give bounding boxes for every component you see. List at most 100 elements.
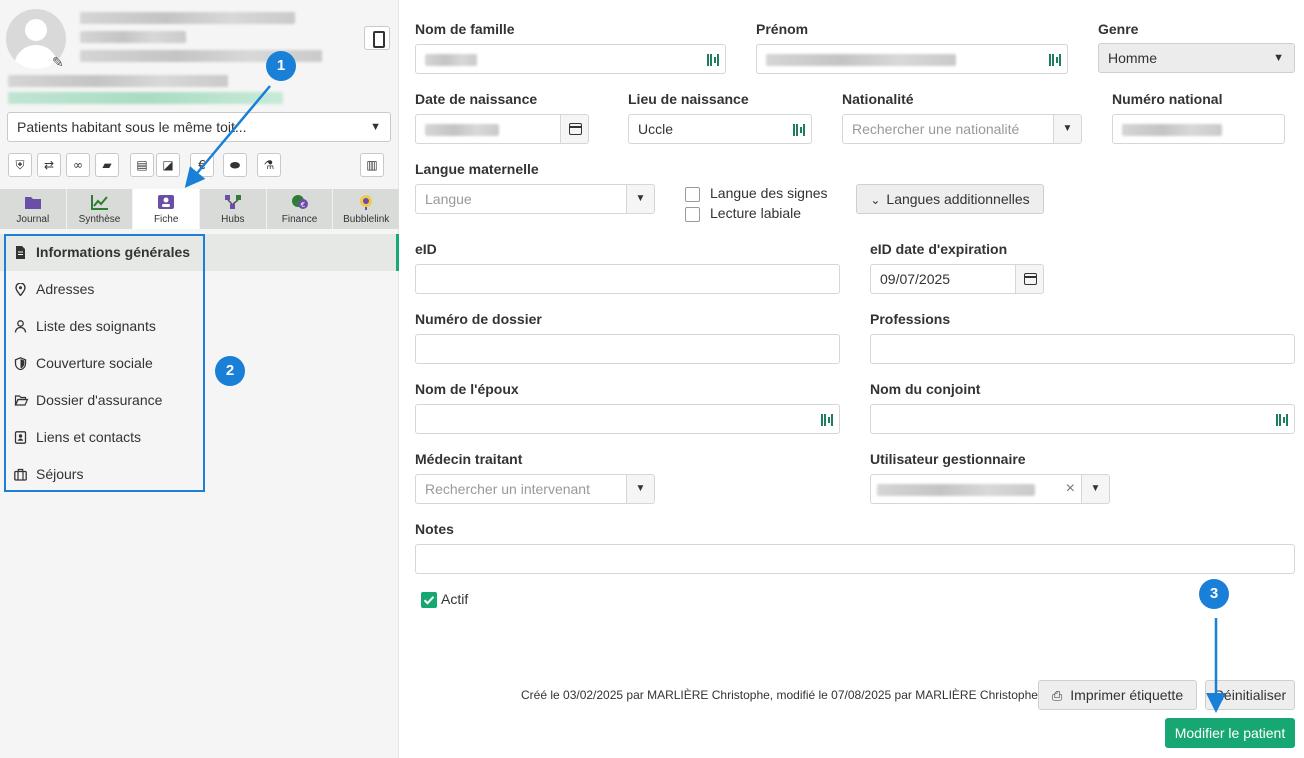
submit-button[interactable]: Modifier le patient [1165,718,1295,748]
eid-expiration-input[interactable]: 09/07/2025 [870,264,1044,294]
medecin-label: Médecin traitant [415,451,523,467]
redacted-patient-detail [8,75,228,87]
map-pin-icon [15,283,26,296]
eid-expiration-label: eID date d'expiration [870,241,1008,257]
id-card-icon [158,195,175,209]
langue-des-signes-checkbox[interactable] [685,187,700,202]
menu-item-sejours[interactable]: Séjours [0,456,399,493]
redacted-value [425,54,477,66]
barcode-icon [821,414,833,426]
chevron-down-icon[interactable]: ▼ [1053,115,1081,143]
lieu-input[interactable]: Uccle [628,114,812,144]
genre-select[interactable]: Homme ▼ [1098,43,1295,73]
dob-input[interactable] [415,114,589,144]
chevron-down-icon[interactable]: ▼ [626,475,654,503]
lecture-labiale-label: Lecture labiale [710,205,802,221]
dossier-input[interactable] [415,334,840,364]
menu-item-adresses[interactable]: Adresses [0,271,399,308]
household-patients-select[interactable]: Patients habitant sous le même toit... ▼ [7,112,391,142]
patient-form: Nom de famille Prénom Genre Homme ▼ Date… [399,0,1304,758]
medecin-select[interactable]: Rechercher un intervenant ▼ [415,474,655,504]
professions-label: Professions [870,311,951,327]
chevron-down-icon[interactable]: ▼ [1081,475,1109,503]
print-label-button[interactable]: ⎙ Imprimer étiquette [1038,680,1197,710]
briefcase-icon [14,468,27,481]
prenom-input[interactable] [756,44,1068,74]
mobile-phone-icon[interactable] [364,26,390,50]
dossier-label: Numéro de dossier [415,311,542,327]
check-icon [423,596,435,605]
barcode-icon [1276,414,1288,426]
pdf-icon[interactable]: ▥ [360,153,384,177]
folder-open-icon [14,395,29,406]
reset-button[interactable]: Réinitialiser [1205,680,1295,710]
flask-icon[interactable]: ⚗ [257,153,281,177]
epoux-input[interactable] [415,404,840,434]
redacted-value [1122,124,1222,136]
menu-item-couverture-sociale[interactable]: Couverture sociale [0,345,399,382]
genre-label: Genre [1098,21,1139,37]
nom-input[interactable] [415,44,726,74]
pencil-icon[interactable]: ✎ [52,54,64,71]
calendar-icon[interactable] [1015,265,1043,293]
annotation-badge-2: 2 [215,356,245,386]
calendar-icon[interactable] [560,115,588,143]
clipboard-icon[interactable]: ▤ [130,153,154,177]
shield-icon [14,357,27,370]
note-icon[interactable]: ◪ [156,153,180,177]
redacted-patient-name [80,12,295,24]
clear-icon[interactable]: × [1066,475,1075,503]
eid-label: eID [415,241,437,257]
numero-national-label: Numéro national [1112,91,1223,107]
redacted-value [766,54,956,66]
folder-icon [24,197,41,209]
lecture-labiale-checkbox[interactable] [685,207,700,222]
menu-item-informations-generales[interactable]: Informations générales [0,234,399,271]
patient-tabs: Journal Synthèse Fiche Hubs € Finance Bu… [0,189,399,229]
tab-bubblelink[interactable]: Bubblelink [333,189,399,229]
professions-input[interactable] [870,334,1295,364]
link-icon[interactable]: ∞ [66,153,90,177]
actif-checkbox[interactable] [421,592,437,608]
folder-icon[interactable]: ▰ [95,153,119,177]
notes-input[interactable] [415,544,1295,574]
tab-fiche[interactable]: Fiche [133,189,201,229]
gestionnaire-select[interactable]: × ▼ [870,474,1110,504]
finance-icon: € [291,195,308,209]
contact-icon [14,431,27,444]
redacted-value [877,484,1035,496]
barcode-icon [793,124,805,136]
dob-label: Date de naissance [415,91,538,107]
tab-hubs[interactable]: Hubs [200,189,267,229]
chevron-down-icon: ⌄ [870,193,881,207]
tab-synthese[interactable]: Synthèse [67,189,134,229]
actif-label: Actif [441,591,469,607]
fiche-menu: Informations générales Adresses Liste de… [0,234,399,493]
bubblelink-icon [360,195,373,210]
nationalite-select[interactable]: Rechercher une nationalité ▼ [842,114,1082,144]
handshake-icon[interactable]: ⇄ [37,153,61,177]
tab-journal[interactable]: Journal [0,189,67,229]
redacted-value [425,124,499,136]
redacted-patient-contact [8,92,283,104]
menu-item-dossier-assurance[interactable]: Dossier d'assurance [0,382,399,419]
menu-item-liens-et-contacts[interactable]: Liens et contacts [0,419,399,456]
eid-input[interactable] [415,264,840,294]
conjoint-input[interactable] [870,404,1295,434]
patient-sidebar: ✎ Patients habitant sous le même toit...… [0,0,399,758]
langue-select[interactable]: Langue ▼ [415,184,655,214]
app-window: ✎ Patients habitant sous le même toit...… [0,0,1304,758]
menu-item-liste-des-soignants[interactable]: Liste des soignants [0,308,399,345]
annotation-badge-3: 3 [1199,579,1229,609]
shield-icon[interactable]: ⛨ [8,153,32,177]
langues-additionnelles-button[interactable]: ⌄ Langues additionnelles [856,184,1044,214]
tab-finance[interactable]: € Finance [267,189,334,229]
gestionnaire-label: Utilisateur gestionnaire [870,451,1026,467]
nationalite-label: Nationalité [842,91,914,107]
numero-national-input[interactable] [1112,114,1285,144]
euro-icon[interactable]: € [190,153,214,177]
chevron-down-icon[interactable]: ▼ [626,185,654,213]
audit-text: Créé le 03/02/2025 par MARLIÈRE Christop… [521,688,1038,702]
pills-icon[interactable]: ⬬ [223,153,247,177]
annotation-badge-1: 1 [266,51,296,81]
